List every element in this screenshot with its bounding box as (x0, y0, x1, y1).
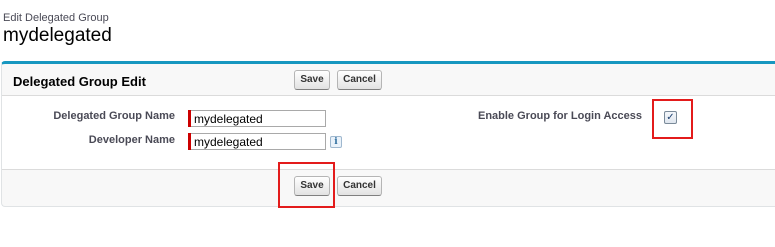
checkbox-highlight-box (652, 99, 693, 139)
footer-divider (2, 169, 775, 170)
save-highlight-box (278, 162, 335, 208)
top-save-button[interactable]: Save (294, 70, 330, 90)
bottom-cancel-button[interactable]: Cancel (337, 176, 382, 196)
developer-name-label: Developer Name (88, 134, 175, 146)
page-subtitle: Edit Delegated Group (3, 12, 109, 24)
section-title: Delegated Group Edit (13, 74, 146, 89)
top-cancel-button[interactable]: Cancel (337, 70, 382, 90)
login-access-label: Enable Group for Login Access (477, 110, 642, 122)
page-title: mydelegated (3, 25, 112, 46)
delegated-group-name-label: Delegated Group Name (53, 110, 175, 122)
developer-name-input[interactable] (191, 133, 326, 150)
delegated-group-name-input[interactable] (191, 110, 326, 127)
info-icon[interactable]: i (330, 136, 342, 148)
